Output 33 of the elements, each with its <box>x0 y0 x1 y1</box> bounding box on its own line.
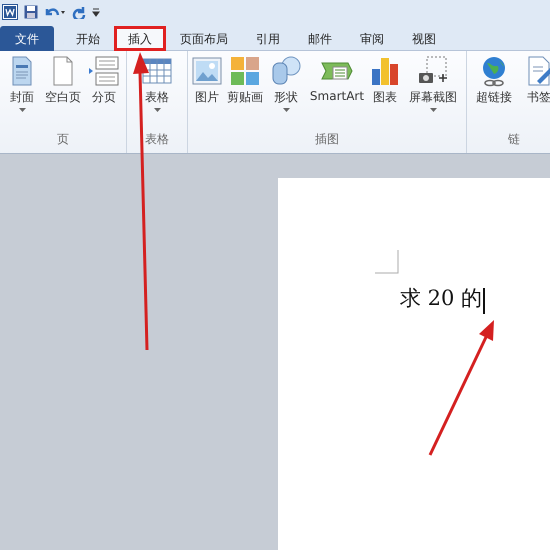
bar-chart-icon <box>369 55 401 87</box>
ribbon-tab[interactable]: 开始 <box>62 26 114 51</box>
ribbon-button[interactable]: 超链接 <box>469 55 519 131</box>
ribbon-button[interactable]: 封面 <box>2 55 42 131</box>
page-break-icon <box>88 55 120 87</box>
ribbon-button[interactable]: SmartArt <box>306 55 368 131</box>
ribbon-button[interactable]: 图表 <box>368 55 402 131</box>
group-label: 插图 <box>314 131 340 148</box>
group-label: 表格 <box>144 131 170 148</box>
picture-icon <box>191 55 223 87</box>
document-text: 求 20 的 <box>400 286 482 310</box>
ribbon-tab[interactable]: 页面布局 <box>166 26 242 51</box>
highlight-box <box>114 26 166 51</box>
ribbon-button[interactable]: 屏幕截图 <box>402 55 464 131</box>
group-label: 链 <box>507 131 521 148</box>
ribbon-tab[interactable]: 邮件 <box>294 26 346 51</box>
ribbon-button[interactable]: 分页 <box>84 55 124 131</box>
ribbon-button[interactable]: 图片 <box>190 55 224 131</box>
ribbon-tab[interactable]: 插入 <box>114 26 166 51</box>
word-app-icon[interactable] <box>2 4 18 20</box>
ribbon-tab[interactable]: 文件 <box>0 26 54 51</box>
redo-icon[interactable] <box>72 5 86 19</box>
ribbon-tab[interactable]: 视图 <box>398 26 450 51</box>
ribbon-tab[interactable]: 审阅 <box>346 26 398 51</box>
margin-corner-mark <box>375 250 399 274</box>
shapes-icon <box>270 55 302 87</box>
ribbon-button[interactable]: 剪贴画 <box>224 55 266 131</box>
ribbon-button[interactable]: 空白页 <box>42 55 84 131</box>
ribbon-tab[interactable]: 引用 <box>242 26 294 51</box>
ribbon-button[interactable]: 形状 <box>266 55 306 131</box>
save-icon[interactable] <box>24 5 38 19</box>
group-label: 页 <box>56 131 70 148</box>
clip-art-icon <box>229 55 261 87</box>
